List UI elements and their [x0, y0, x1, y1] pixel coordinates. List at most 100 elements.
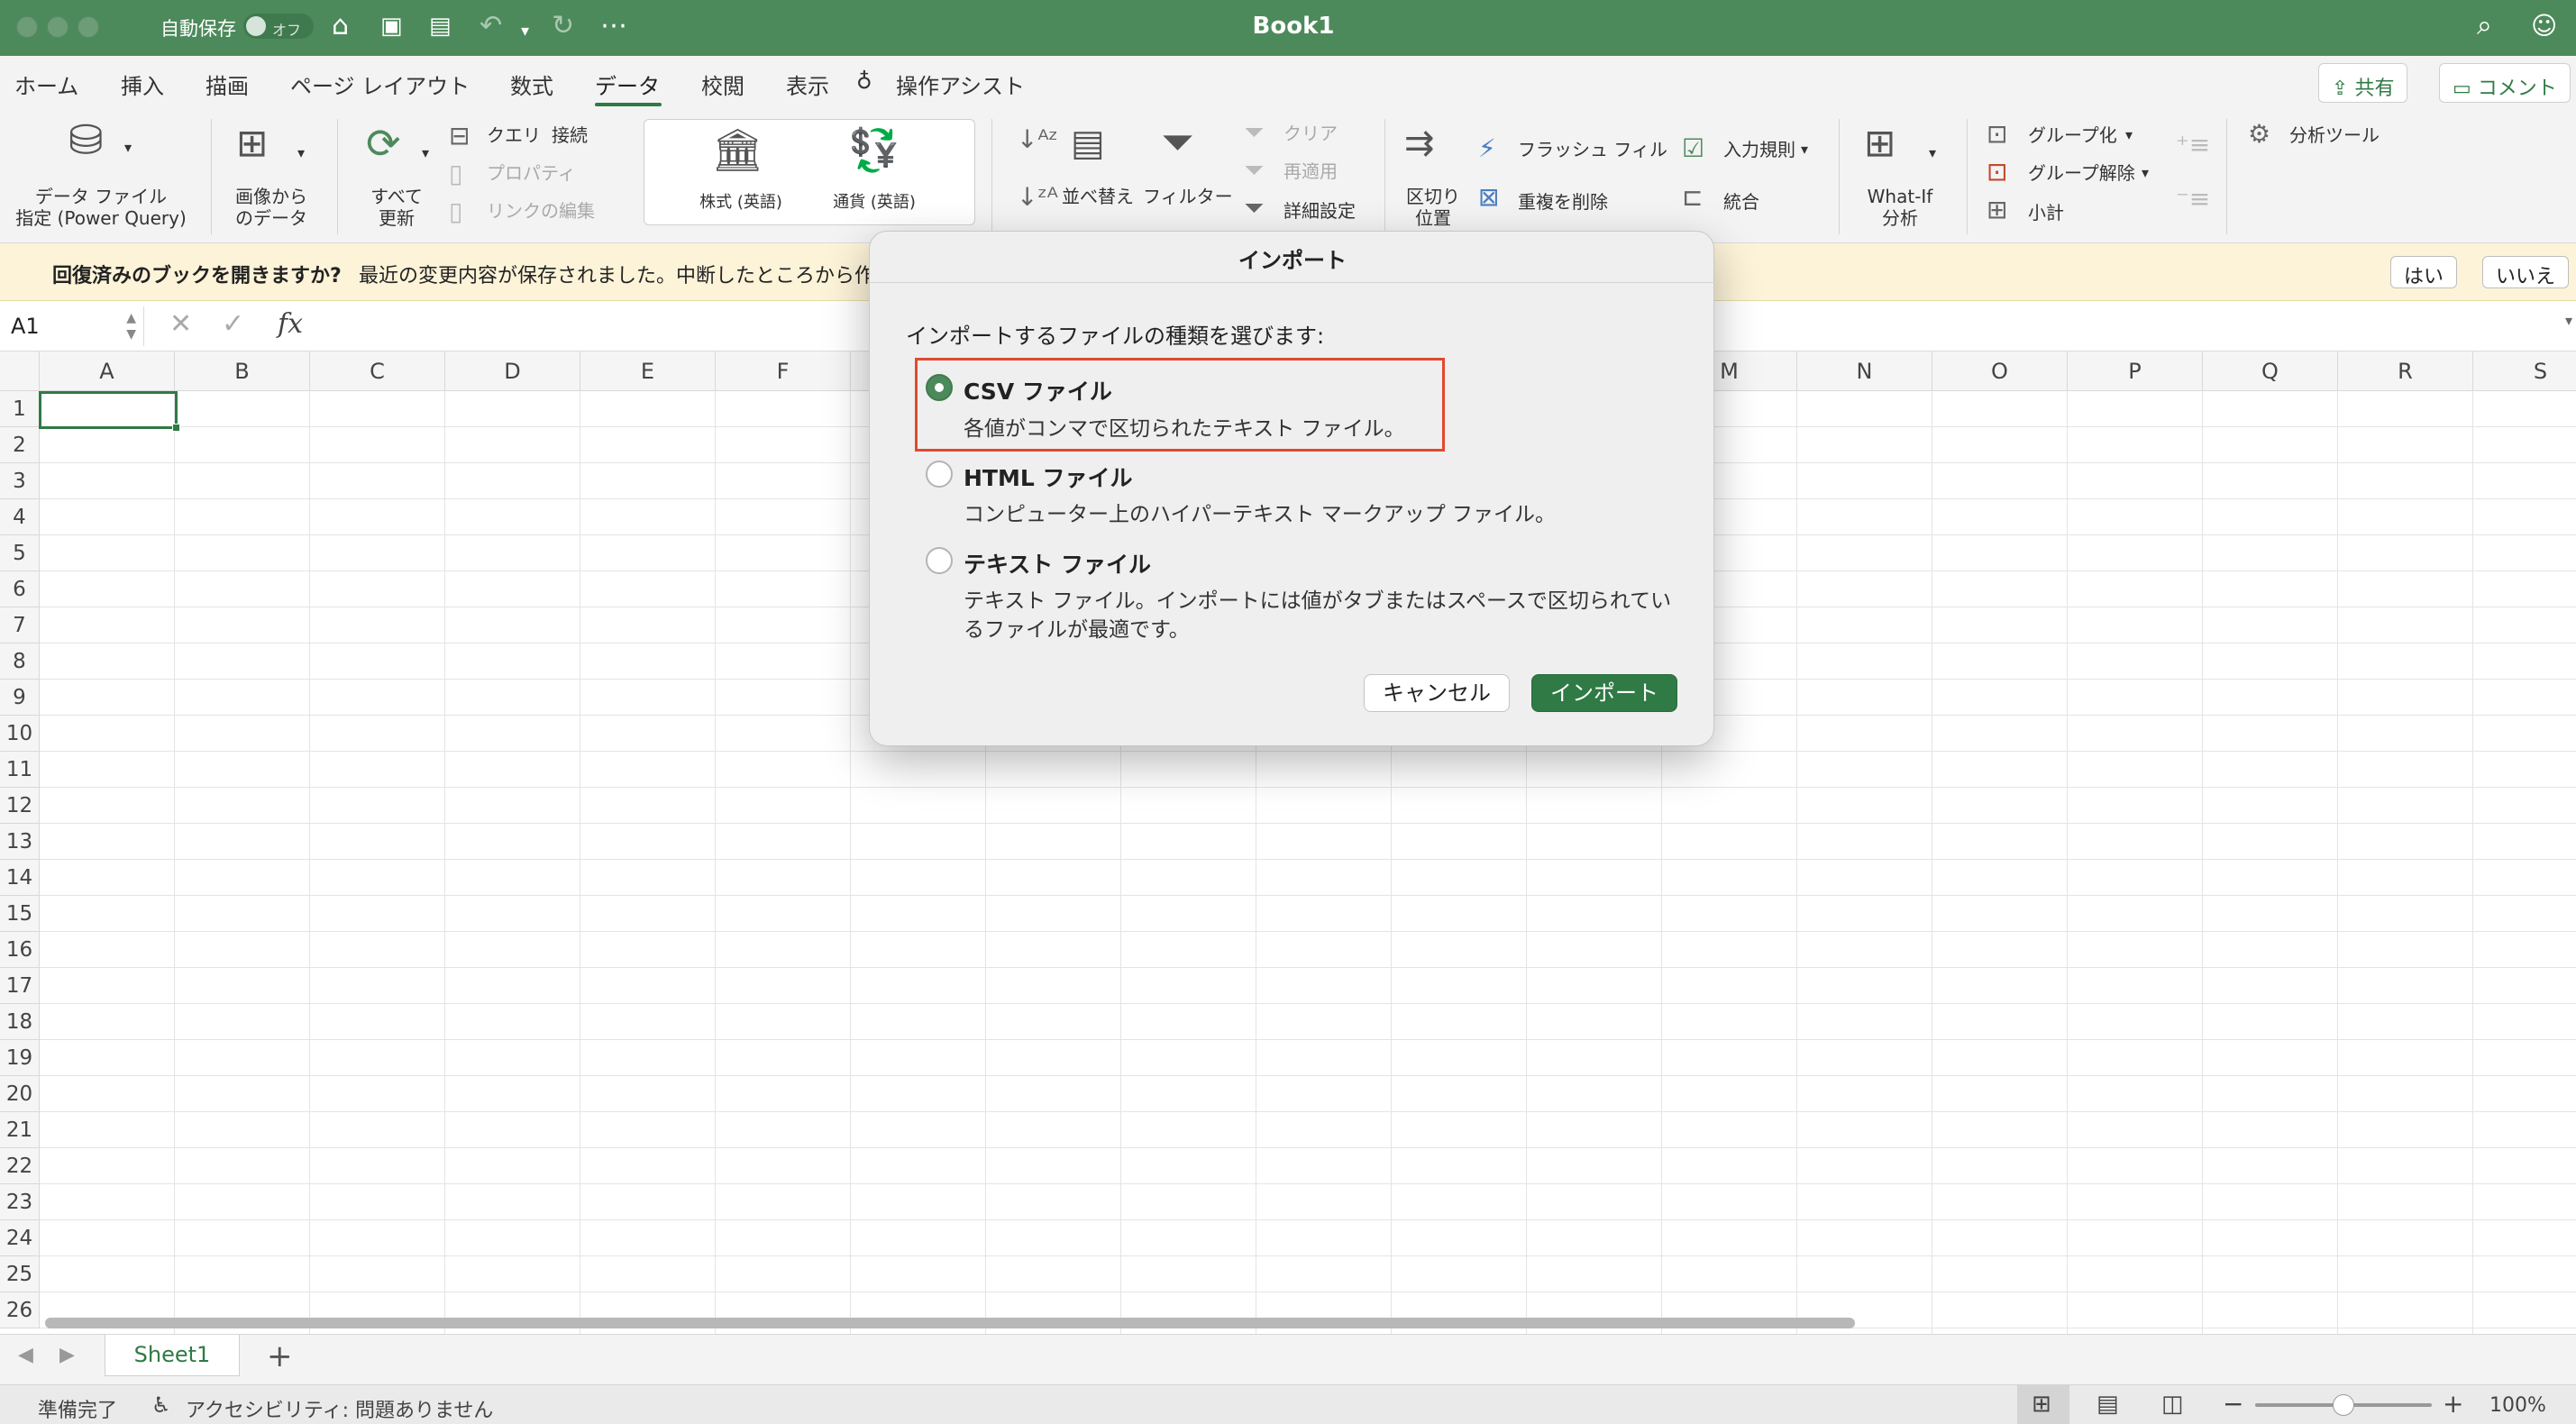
insert-function-button[interactable]: fx	[278, 308, 303, 340]
text-to-columns-button[interactable]: 区切り 位置	[1397, 186, 1469, 229]
bank-icon[interactable]: 🏛	[711, 127, 763, 172]
tell-me-search[interactable]: 操作アシスト	[896, 68, 1025, 100]
zoom-out-icon[interactable]: −	[2223, 1389, 2243, 1419]
row-header-4[interactable]: 4	[0, 499, 40, 535]
undo-icon[interactable]: ↶	[480, 11, 502, 41]
search-icon[interactable]: ⌕	[2477, 11, 2492, 41]
column-header-f[interactable]: F	[716, 351, 851, 391]
zoom-slider-thumb[interactable]	[2333, 1394, 2354, 1416]
ungroup-button[interactable]: グループ解除	[2028, 162, 2135, 184]
get-data-dropdown-icon[interactable]: ▾	[124, 137, 132, 159]
expand-formula-icon[interactable]: ▾	[2565, 312, 2572, 329]
sort-ascending-icon[interactable]: ↓ᴬᶻ	[1017, 126, 1058, 153]
row-header-25[interactable]: 25	[0, 1256, 40, 1292]
consolidate-button[interactable]: 統合	[1723, 191, 1759, 213]
row-header-12[interactable]: 12	[0, 788, 40, 824]
analysis-tools-button[interactable]: 分析ツール	[2289, 124, 2380, 146]
filter-button[interactable]: フィルター	[1143, 186, 1233, 207]
save-icon[interactable]: ▣	[380, 11, 403, 41]
html-radio[interactable]	[926, 461, 953, 488]
page-layout-view-icon[interactable]: ▤	[2096, 1391, 2119, 1418]
zoom-slider[interactable]	[2255, 1394, 2432, 1416]
queries-button[interactable]: クエリ	[487, 124, 541, 146]
home-icon[interactable]: ⌂	[332, 11, 349, 41]
sheet-tab-sheet1[interactable]: Sheet1	[105, 1335, 240, 1376]
text-radio[interactable]	[926, 547, 953, 574]
text-to-columns-icon[interactable]: ⇉	[1404, 121, 1435, 166]
confirm-entry-icon[interactable]: ✓	[222, 308, 244, 340]
more-icon[interactable]: ⋯	[600, 11, 627, 41]
row-header-20[interactable]: 20	[0, 1076, 40, 1112]
refresh-icon[interactable]: ⟳	[366, 121, 401, 166]
row-header-1[interactable]: 1	[0, 391, 40, 427]
currency-icon[interactable]: 💱	[848, 127, 900, 172]
column-header-q[interactable]: Q	[2203, 351, 2338, 391]
filter-icon[interactable]: ⏷	[1161, 119, 1194, 164]
column-header-p[interactable]: P	[2068, 351, 2203, 391]
picture-table-icon[interactable]: ⊞	[236, 121, 268, 166]
row-header-2[interactable]: 2	[0, 427, 40, 463]
accessibility-icon[interactable]: ♿	[151, 1392, 171, 1418]
row-header-13[interactable]: 13	[0, 824, 40, 860]
notification-no-button[interactable]: いいえ	[2482, 256, 2570, 288]
zoom-level[interactable]: 100%	[2489, 1394, 2546, 1417]
row-header-7[interactable]: 7	[0, 607, 40, 644]
stocks-button[interactable]: 株式 (英語)	[691, 192, 790, 214]
reapply-button[interactable]: 再適用	[1283, 160, 1338, 182]
data-validation-button[interactable]: 入力規則	[1723, 139, 1795, 160]
ungroup-dropdown-icon[interactable]: ▾	[2142, 162, 2149, 184]
refresh-dropdown-icon[interactable]: ▾	[422, 142, 429, 164]
show-detail-icon[interactable]: ⁺≡	[2176, 132, 2210, 159]
row-header-23[interactable]: 23	[0, 1184, 40, 1220]
column-header-s[interactable]: S	[2473, 351, 2576, 391]
column-header-a[interactable]: A	[40, 351, 175, 391]
account-icon[interactable]: ☺	[2531, 11, 2557, 41]
html-option-title[interactable]: HTML ファイル	[964, 461, 1133, 493]
remove-duplicates-button[interactable]: 重複を削除	[1518, 191, 1608, 213]
group-dropdown-icon[interactable]: ▾	[2125, 124, 2133, 146]
scroll-right-icon[interactable]: ▶	[59, 1344, 75, 1366]
subtotal-button[interactable]: 小計	[2028, 202, 2064, 224]
tab-data[interactable]: データ	[595, 68, 660, 100]
row-header-15[interactable]: 15	[0, 896, 40, 932]
tab-draw[interactable]: 描画	[206, 68, 249, 100]
currencies-button[interactable]: 通貨 (英語)	[825, 192, 924, 214]
row-header-22[interactable]: 22	[0, 1148, 40, 1184]
normal-view-button[interactable]: ⊞	[2017, 1385, 2069, 1424]
data-from-picture-button[interactable]: 画像から のデータ	[222, 186, 321, 229]
row-header-17[interactable]: 17	[0, 968, 40, 1004]
properties-button[interactable]: プロパティ	[487, 162, 576, 184]
tab-home[interactable]: ホーム	[14, 68, 78, 100]
accessibility-status[interactable]: アクセシビリティ: 問題ありません	[186, 1394, 493, 1423]
row-header-5[interactable]: 5	[0, 535, 40, 571]
row-header-9[interactable]: 9	[0, 680, 40, 716]
notification-yes-button[interactable]: はい	[2390, 256, 2458, 288]
tab-page-layout[interactable]: ページ レイアウト	[290, 68, 470, 100]
tab-formulas[interactable]: 数式	[510, 68, 553, 100]
column-header-r[interactable]: R	[2338, 351, 2473, 391]
row-header-3[interactable]: 3	[0, 463, 40, 499]
cancel-button[interactable]: キャンセル	[1364, 674, 1510, 712]
advanced-button[interactable]: 詳細設定	[1283, 200, 1356, 222]
row-header-24[interactable]: 24	[0, 1220, 40, 1256]
row-header-6[interactable]: 6	[0, 571, 40, 607]
tab-view[interactable]: 表示	[786, 68, 829, 100]
cancel-entry-icon[interactable]: ✕	[169, 308, 192, 340]
tab-review[interactable]: 校閲	[701, 68, 744, 100]
fill-handle[interactable]	[172, 424, 180, 432]
connections-button[interactable]: 接続	[552, 124, 588, 146]
row-header-19[interactable]: 19	[0, 1040, 40, 1076]
column-header-c[interactable]: C	[310, 351, 445, 391]
edit-links-button[interactable]: リンクの編集	[487, 200, 595, 222]
sort-icon[interactable]: ▤	[1071, 121, 1105, 166]
sort-descending-icon[interactable]: ↓ᶻᴬ	[1017, 184, 1058, 211]
column-header-n[interactable]: N	[1797, 351, 1932, 391]
database-table-icon[interactable]: ⛁	[69, 117, 104, 162]
select-all-corner[interactable]	[0, 351, 40, 391]
row-header-16[interactable]: 16	[0, 932, 40, 968]
share-button[interactable]: ⇪ 共有	[2318, 63, 2408, 103]
zoom-window-button[interactable]	[78, 16, 99, 38]
image-data-dropdown-icon[interactable]: ▾	[297, 142, 305, 164]
scroll-left-icon[interactable]: ◀	[18, 1344, 33, 1366]
what-if-analysis-button[interactable]: What-If 分析	[1859, 186, 1941, 229]
